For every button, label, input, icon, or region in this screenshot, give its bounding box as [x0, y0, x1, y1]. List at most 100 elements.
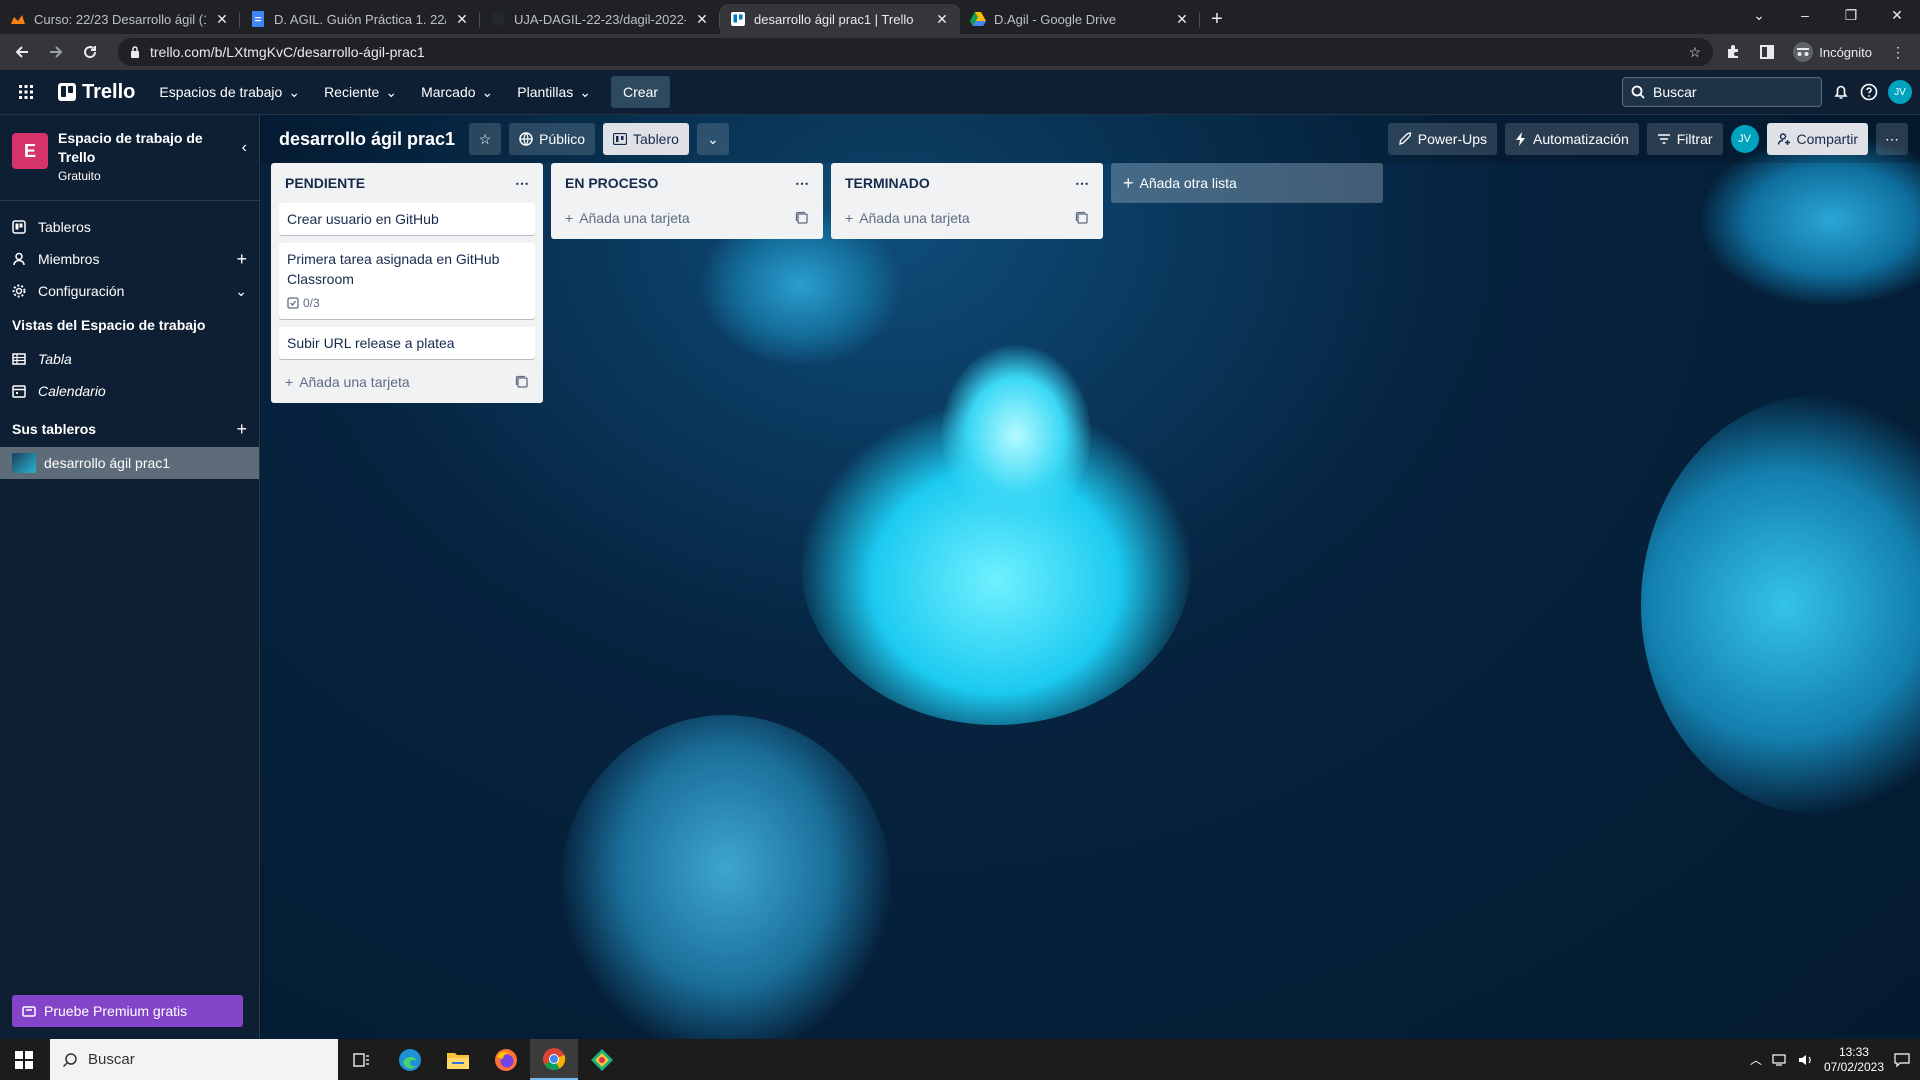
sidebar-item-boards[interactable]: Tableros	[0, 211, 259, 243]
incognito-profile-button[interactable]: Incógnito	[1787, 42, 1878, 62]
task-view-icon[interactable]	[338, 1039, 386, 1080]
close-tab-icon[interactable]: ✕	[214, 11, 230, 27]
volume-icon[interactable]	[1798, 1053, 1814, 1067]
collapse-sidebar-icon[interactable]: ‹	[242, 139, 247, 157]
search-input[interactable]: Buscar	[1622, 77, 1822, 107]
create-button[interactable]: Crear	[611, 76, 671, 108]
reload-icon[interactable]	[76, 38, 104, 66]
browser-menu-icon[interactable]: ⋮	[1884, 38, 1912, 66]
board-view-button[interactable]: Tablero	[603, 123, 689, 155]
close-window-icon[interactable]: ✕	[1874, 0, 1920, 30]
add-card-button[interactable]: + Añada una tarjeta	[559, 203, 815, 233]
sidebar-board-item[interactable]: desarrollo ágil prac1	[0, 447, 259, 479]
taskbar-clock[interactable]: 13:33 07/02/2023	[1824, 1045, 1884, 1075]
create-from-template-icon[interactable]	[1075, 211, 1089, 225]
card[interactable]: Subir URL release a platea	[279, 327, 535, 359]
customize-views-button[interactable]: ⌄	[696, 123, 729, 155]
add-member-icon[interactable]: +	[236, 249, 247, 270]
chevron-down-icon[interactable]: ⌄	[235, 283, 247, 300]
browser-tab[interactable]: Curso: 22/23 Desarrollo ágil (133 ✕	[0, 4, 240, 34]
edge-icon[interactable]	[386, 1039, 434, 1080]
trello-header: Trello Espacios de trabajo ⌄ Reciente ⌄ Ma…	[0, 70, 1920, 115]
network-icon[interactable]	[1772, 1053, 1788, 1067]
user-avatar[interactable]: JV	[1888, 80, 1912, 104]
create-from-template-icon[interactable]	[515, 375, 529, 389]
url-text: trello.com/b/LXtmgKvC/desarrollo-ágil-pr…	[150, 44, 425, 60]
plus-icon: +	[285, 374, 294, 390]
board-header: desarrollo ágil prac1 ☆ Público Tablero …	[261, 115, 1920, 163]
try-premium-button[interactable]: Pruebe Premium gratis	[12, 995, 243, 1027]
list-header[interactable]: PENDIENTE ⋯	[279, 163, 535, 203]
file-explorer-icon[interactable]	[434, 1039, 482, 1080]
list-header[interactable]: TERMINADO ⋯	[839, 163, 1095, 203]
close-tab-icon[interactable]: ✕	[454, 11, 470, 27]
sidebar-item-table-view[interactable]: Tabla	[0, 343, 259, 375]
power-ups-button[interactable]: Power-Ups	[1387, 123, 1498, 155]
list-menu-icon[interactable]: ⋯	[515, 175, 529, 192]
url-input[interactable]: trello.com/b/LXtmgKvC/desarrollo-ágil-pr…	[118, 38, 1714, 66]
visibility-button[interactable]: Público	[509, 123, 595, 155]
taskbar-search-input[interactable]: Buscar	[50, 1039, 338, 1080]
bookmark-star-icon[interactable]: ☆	[1689, 44, 1702, 61]
app-switcher-icon[interactable]	[8, 76, 44, 108]
windows-start-icon[interactable]	[0, 1039, 48, 1080]
sidebar-item-settings[interactable]: Configuración ⌄	[0, 275, 259, 307]
create-from-template-icon[interactable]	[795, 211, 809, 225]
tab-search-icon[interactable]: ⌄	[1736, 0, 1782, 30]
browser-tab[interactable]: D. AGIL. Guión Práctica 1. 22/23 ✕	[240, 4, 480, 34]
trello-logo[interactable]: Trello	[48, 81, 145, 104]
add-card-label: Añada una tarjeta	[299, 374, 410, 390]
card[interactable]: Crear usuario en GitHub	[279, 203, 535, 235]
board-header-right: Power-Ups Automatización Filtrar JV Comp…	[1387, 123, 1908, 155]
gitkraken-icon[interactable]	[578, 1039, 626, 1080]
browser-tab[interactable]: UJA-DAGIL-22-23/dagil-2022-20 ✕	[480, 4, 720, 34]
add-card-button[interactable]: + Añada una tarjeta	[839, 203, 1095, 233]
close-tab-icon[interactable]: ✕	[934, 11, 950, 27]
filter-button[interactable]: Filtrar	[1646, 123, 1723, 155]
automation-button[interactable]: Automatización	[1505, 123, 1639, 155]
share-label: Compartir	[1796, 131, 1858, 147]
add-card-button[interactable]: + Añada una tarjeta	[279, 367, 535, 397]
list-menu-icon[interactable]: ⋯	[795, 175, 809, 192]
board-title[interactable]: desarrollo ágil prac1	[273, 129, 461, 150]
recent-menu[interactable]: Reciente ⌄	[314, 76, 407, 108]
chevron-up-icon[interactable]: ︿	[1750, 1051, 1762, 1068]
restore-icon[interactable]: ❐	[1828, 0, 1874, 30]
card[interactable]: Primera tarea asignada en GitHub Classro…	[279, 243, 535, 319]
board-lists: PENDIENTE ⋯ Crear usuario en GitHub Prim…	[271, 163, 1383, 403]
add-list-button[interactable]: + Añada otra lista	[1111, 163, 1383, 203]
notification-center-icon[interactable]	[1894, 1052, 1910, 1068]
firefox-icon[interactable]	[482, 1039, 530, 1080]
sidebar-item-calendar-view[interactable]: Calendario	[0, 375, 259, 407]
sidebar-item-members[interactable]: Miembros +	[0, 243, 259, 275]
workspaces-menu[interactable]: Espacios de trabajo ⌄	[149, 76, 310, 108]
close-tab-icon[interactable]: ✕	[1174, 11, 1190, 27]
board-member-avatar[interactable]: JV	[1730, 125, 1759, 153]
list-menu-icon[interactable]: ⋯	[1075, 175, 1089, 192]
templates-menu[interactable]: Plantillas ⌄	[507, 76, 601, 108]
star-board-button[interactable]: ☆	[469, 123, 502, 155]
back-icon[interactable]	[8, 38, 36, 66]
side-panel-icon[interactable]	[1753, 38, 1781, 66]
notifications-icon[interactable]	[1832, 83, 1850, 101]
calendar-icon	[12, 384, 26, 398]
browser-tab[interactable]: D.Agil - Google Drive ✕	[960, 4, 1200, 34]
add-board-icon[interactable]: +	[236, 419, 247, 440]
chrome-icon[interactable]	[530, 1039, 578, 1080]
trello-logo-text: Trello	[82, 80, 136, 103]
board-menu-button[interactable]: ⋯	[1876, 123, 1908, 155]
forward-icon[interactable]	[42, 38, 70, 66]
gear-icon	[12, 284, 26, 298]
workspace-header: E Espacio de trabajo de Trello Gratuito …	[0, 115, 259, 201]
minimize-icon[interactable]: –	[1782, 0, 1828, 30]
starred-menu[interactable]: Marcado ⌄	[411, 76, 503, 108]
help-icon[interactable]	[1860, 83, 1878, 101]
close-tab-icon[interactable]: ✕	[694, 11, 710, 27]
browser-tab-active[interactable]: desarrollo ágil prac1 | Trello ✕	[720, 4, 960, 34]
new-tab-button[interactable]: +	[1200, 4, 1234, 34]
extensions-icon[interactable]	[1719, 38, 1747, 66]
share-button[interactable]: Compartir	[1766, 123, 1868, 155]
list-header[interactable]: EN PROCESO ⋯	[559, 163, 815, 203]
power-ups-label: Power-Ups	[1417, 131, 1488, 147]
plus-icon: +	[1123, 172, 1134, 193]
